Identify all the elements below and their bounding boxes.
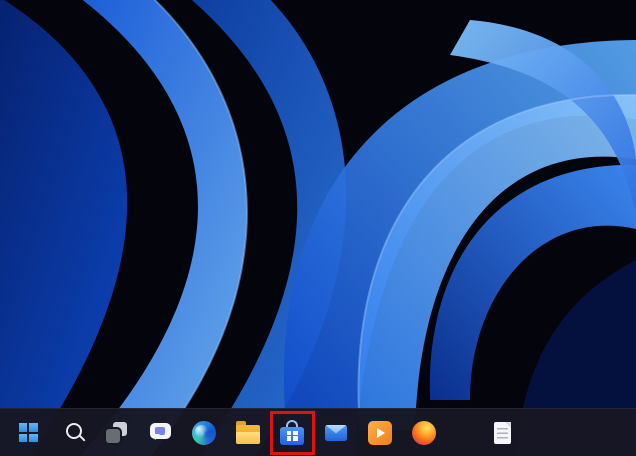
document-icon [494, 422, 511, 444]
folder-icon [236, 425, 260, 444]
file-explorer-button[interactable] [228, 413, 268, 453]
edge-icon [192, 421, 216, 445]
media-player-button[interactable] [360, 413, 400, 453]
play-icon [368, 421, 392, 445]
chat-button[interactable] [140, 413, 180, 453]
chat-bubble-icon [150, 423, 171, 439]
search-icon [66, 423, 82, 439]
microsoft-store-button[interactable] [272, 413, 312, 453]
mail-button[interactable] [316, 413, 356, 453]
notepad-button[interactable] [482, 413, 522, 453]
firefox-button[interactable] [404, 413, 444, 453]
store-bag-icon [280, 421, 304, 445]
windows-logo-icon [19, 423, 38, 442]
task-view-button[interactable] [96, 413, 136, 453]
edge-button[interactable] [184, 413, 224, 453]
start-button[interactable] [8, 413, 48, 453]
firefox-icon [412, 421, 436, 445]
wallpaper-image [0, 0, 636, 456]
search-button[interactable] [52, 413, 92, 453]
taskbar [0, 408, 636, 456]
desktop [0, 0, 636, 456]
envelope-icon [325, 425, 347, 441]
task-view-icon [106, 422, 127, 443]
